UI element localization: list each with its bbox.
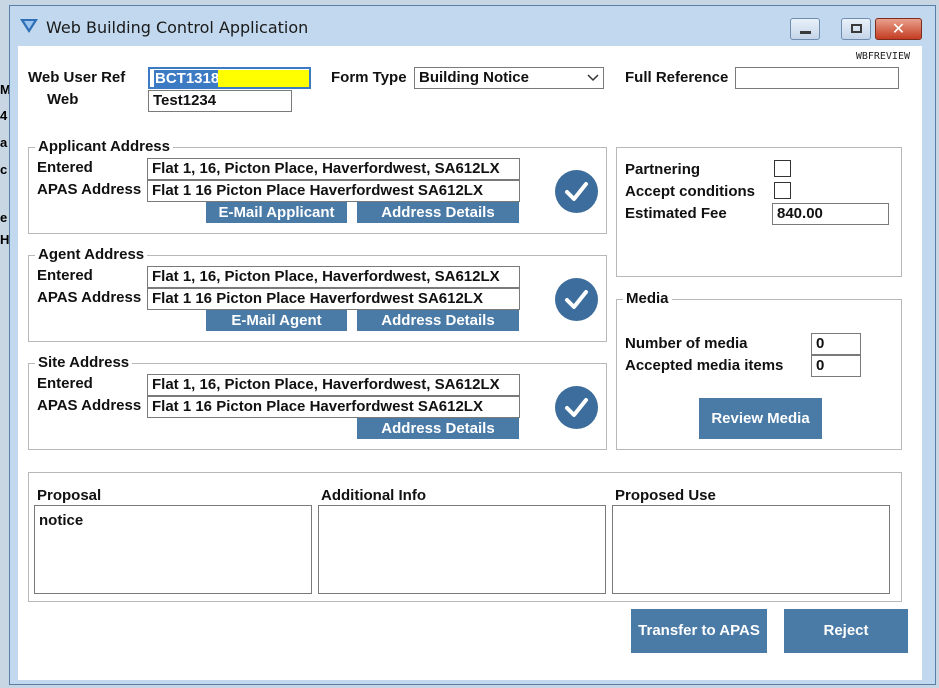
background-glyph: H	[0, 232, 10, 247]
background-glyph: c	[0, 162, 8, 177]
close-icon: ✕	[891, 19, 906, 38]
minimize-icon	[800, 31, 811, 34]
site-address-group: Site Address Entered Flat 1, 16, Picton …	[28, 354, 607, 450]
proposal-textarea[interactable]: notice	[34, 505, 312, 594]
applicant-apas-label: APAS Address	[37, 181, 142, 198]
accepted-media-label: Accepted media items	[625, 357, 784, 374]
application-window: Web Building Control Application ✕ WBFRE…	[9, 5, 936, 685]
additional-info-label: Additional Info	[321, 487, 426, 504]
agent-address-details-button[interactable]: Address Details	[357, 310, 519, 331]
check-circle-icon	[555, 278, 598, 321]
minimize-button[interactable]	[790, 18, 820, 40]
accept-conditions-checkbox[interactable]	[774, 182, 791, 199]
maximize-icon	[851, 24, 862, 33]
accept-conditions-label: Accept conditions	[625, 183, 756, 200]
email-applicant-button[interactable]: E-Mail Applicant	[206, 202, 347, 223]
form-type-value: Building Notice	[419, 69, 529, 86]
site-address-title: Site Address	[35, 354, 133, 371]
media-group: Media Number of media 0 Accepted media i…	[616, 290, 902, 450]
agent-apas-input[interactable]: Flat 1 16 Picton Place Haverfordwest SA6…	[147, 288, 520, 310]
text-sections-group: Proposal notice Additional Info Proposed…	[28, 472, 902, 602]
app-icon	[20, 19, 38, 33]
options-group: Partnering Accept conditions Estimated F…	[616, 147, 902, 277]
review-media-button[interactable]: Review Media	[699, 398, 822, 439]
background-glyph: 4	[0, 108, 8, 123]
site-entered-input[interactable]: Flat 1, 16, Picton Place, Haverfordwest,…	[147, 374, 520, 396]
form-client-area: WBFREVIEW Web User Ref BCT1318 Web Test1…	[18, 46, 922, 680]
estimated-fee-label: Estimated Fee	[625, 205, 727, 222]
email-agent-button[interactable]: E-Mail Agent	[206, 310, 347, 331]
partnering-label: Partnering	[625, 161, 701, 178]
applicant-address-title: Applicant Address	[35, 138, 173, 155]
full-reference-input[interactable]	[735, 67, 899, 89]
input-highlight	[218, 70, 309, 87]
agent-entered-input[interactable]: Flat 1, 16, Picton Place, Haverfordwest,…	[147, 266, 520, 288]
applicant-apas-input[interactable]: Flat 1 16 Picton Place Haverfordwest SA6…	[147, 180, 520, 202]
title-bar[interactable]: Web Building Control Application ✕	[10, 6, 935, 46]
web-input[interactable]: Test1234	[148, 90, 292, 112]
form-type-select[interactable]: Building Notice	[414, 67, 604, 89]
window-title: Web Building Control Application	[46, 18, 309, 37]
chevron-down-icon[interactable]	[587, 74, 599, 82]
accepted-media-input[interactable]: 0	[811, 355, 861, 377]
partnering-checkbox[interactable]	[774, 160, 791, 177]
web-user-ref-label: Web User Ref	[28, 69, 126, 86]
background-glyph: a	[0, 135, 8, 150]
applicant-address-group: Applicant Address Entered Flat 1, 16, Pi…	[28, 138, 607, 234]
reject-button[interactable]: Reject	[784, 609, 908, 653]
site-apas-label: APAS Address	[37, 397, 142, 414]
transfer-to-apas-button[interactable]: Transfer to APAS	[631, 609, 767, 653]
site-address-details-button[interactable]: Address Details	[357, 418, 519, 439]
agent-apas-label: APAS Address	[37, 289, 142, 306]
form-type-label: Form Type	[331, 69, 407, 86]
applicant-address-details-button[interactable]: Address Details	[357, 202, 519, 223]
maximize-button[interactable]	[841, 18, 871, 40]
check-circle-icon	[555, 170, 598, 213]
agent-entered-label: Entered	[37, 267, 93, 284]
form-review-tag: WBFREVIEW	[855, 51, 910, 62]
applicant-entered-input[interactable]: Flat 1, 16, Picton Place, Haverfordwest,…	[147, 158, 520, 180]
web-user-ref-input[interactable]: BCT1318	[148, 67, 311, 89]
applicant-entered-label: Entered	[37, 159, 93, 176]
agent-address-title: Agent Address	[35, 246, 148, 263]
full-reference-label: Full Reference	[625, 69, 729, 86]
web-user-ref-value: BCT1318	[154, 70, 221, 87]
media-count-label: Number of media	[625, 335, 748, 352]
additional-info-textarea[interactable]	[318, 505, 606, 594]
proposal-label: Proposal	[37, 487, 102, 504]
proposed-use-textarea[interactable]	[612, 505, 890, 594]
site-apas-input[interactable]: Flat 1 16 Picton Place Haverfordwest SA6…	[147, 396, 520, 418]
media-title: Media	[623, 290, 672, 307]
close-button[interactable]: ✕	[875, 18, 922, 40]
proposed-use-label: Proposed Use	[615, 487, 716, 504]
site-entered-label: Entered	[37, 375, 93, 392]
agent-address-group: Agent Address Entered Flat 1, 16, Picton…	[28, 246, 607, 342]
media-count-input[interactable]: 0	[811, 333, 861, 355]
estimated-fee-input[interactable]: 840.00	[772, 203, 889, 225]
web-label: Web	[47, 91, 79, 108]
background-glyph: e	[0, 210, 8, 225]
check-circle-icon	[555, 386, 598, 429]
